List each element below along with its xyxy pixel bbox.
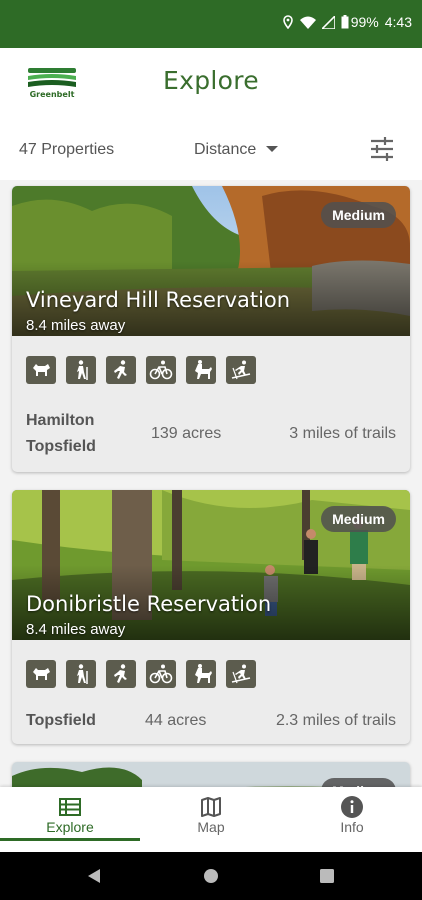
property-name: Donibristle Reservation bbox=[26, 592, 272, 616]
battery-level: 99% bbox=[350, 14, 379, 30]
battery-icon bbox=[341, 15, 349, 29]
hiking-icon bbox=[66, 356, 96, 384]
horseback-icon bbox=[186, 660, 216, 688]
property-towns: Hamilton Topsfield bbox=[26, 408, 96, 460]
filter-button[interactable] bbox=[368, 135, 396, 163]
property-stats: Hamilton Topsfield 139 acres 3 miles of … bbox=[26, 408, 396, 460]
running-icon bbox=[106, 660, 136, 688]
clock: 4:43 bbox=[384, 14, 412, 30]
nav-info[interactable]: Info bbox=[282, 787, 422, 852]
property-photo: Medium Donibristle Reservation 8.4 miles… bbox=[12, 490, 410, 640]
sliders-icon bbox=[371, 137, 393, 161]
running-icon bbox=[106, 356, 136, 384]
info-icon bbox=[341, 796, 363, 818]
property-trail-length: 3 miles of trails bbox=[289, 425, 396, 442]
system-navigation-bar bbox=[0, 852, 422, 900]
property-towns: Topsfield bbox=[26, 708, 96, 734]
town-name: Topsfield bbox=[26, 438, 96, 455]
property-acres: 44 acres bbox=[145, 712, 207, 729]
skiing-icon bbox=[226, 660, 256, 688]
property-card[interactable]: Medium Vineyard Hill Reservation 8.4 mil… bbox=[12, 186, 410, 472]
town-name: Topsfield bbox=[26, 712, 96, 729]
status-bar: 99% 4:43 bbox=[0, 0, 422, 48]
sort-dropdown[interactable]: Distance bbox=[194, 141, 279, 159]
location-icon bbox=[282, 15, 293, 29]
horseback-icon bbox=[186, 356, 216, 384]
difficulty-badge: Medium bbox=[321, 506, 396, 532]
activity-icons bbox=[12, 640, 410, 688]
bottom-navigation: Explore Map Info bbox=[0, 787, 422, 852]
nav-label: Map bbox=[197, 819, 225, 835]
town-name: Hamilton bbox=[26, 412, 95, 429]
dog-icon bbox=[26, 660, 56, 688]
hiking-icon bbox=[66, 660, 96, 688]
active-tab-indicator bbox=[0, 838, 140, 841]
property-count: 47 Properties bbox=[19, 141, 115, 158]
activity-icons bbox=[12, 336, 410, 384]
nav-map[interactable]: Map bbox=[141, 787, 281, 852]
property-acres: 139 acres bbox=[151, 425, 222, 442]
property-trail-length: 2.3 miles of trails bbox=[275, 712, 396, 729]
home-icon[interactable] bbox=[203, 868, 219, 884]
dropdown-arrow-icon bbox=[266, 146, 279, 152]
page-title: Explore bbox=[163, 66, 259, 95]
wifi-icon bbox=[299, 16, 316, 29]
skiing-icon bbox=[226, 356, 256, 384]
back-icon[interactable] bbox=[86, 868, 102, 884]
map-icon bbox=[201, 797, 221, 817]
property-photo: Medium Vineyard Hill Reservation 8.4 mil… bbox=[12, 186, 410, 336]
nav-label: Explore bbox=[46, 819, 94, 835]
signal-icon bbox=[321, 15, 335, 29]
app-header: Greenbelt Explore bbox=[0, 48, 422, 120]
dog-icon bbox=[26, 356, 56, 384]
list-toolbar: 47 Properties Distance bbox=[0, 120, 422, 180]
biking-icon bbox=[146, 660, 176, 688]
nav-explore[interactable]: Explore bbox=[0, 787, 140, 852]
recents-icon[interactable] bbox=[319, 868, 335, 884]
property-stats: Topsfield 44 acres 2.3 miles of trails bbox=[26, 708, 396, 734]
property-distance: 8.4 miles away bbox=[26, 317, 126, 334]
property-name: Vineyard Hill Reservation bbox=[26, 288, 291, 312]
sort-label: Distance bbox=[194, 141, 257, 158]
property-card[interactable]: Medium Donibristle Reservation 8.4 miles… bbox=[12, 490, 410, 744]
biking-icon bbox=[146, 356, 176, 384]
difficulty-badge: Medium bbox=[321, 202, 396, 228]
nav-label: Info bbox=[340, 819, 364, 835]
property-distance: 8.4 miles away bbox=[26, 621, 126, 638]
list-icon bbox=[59, 798, 81, 816]
